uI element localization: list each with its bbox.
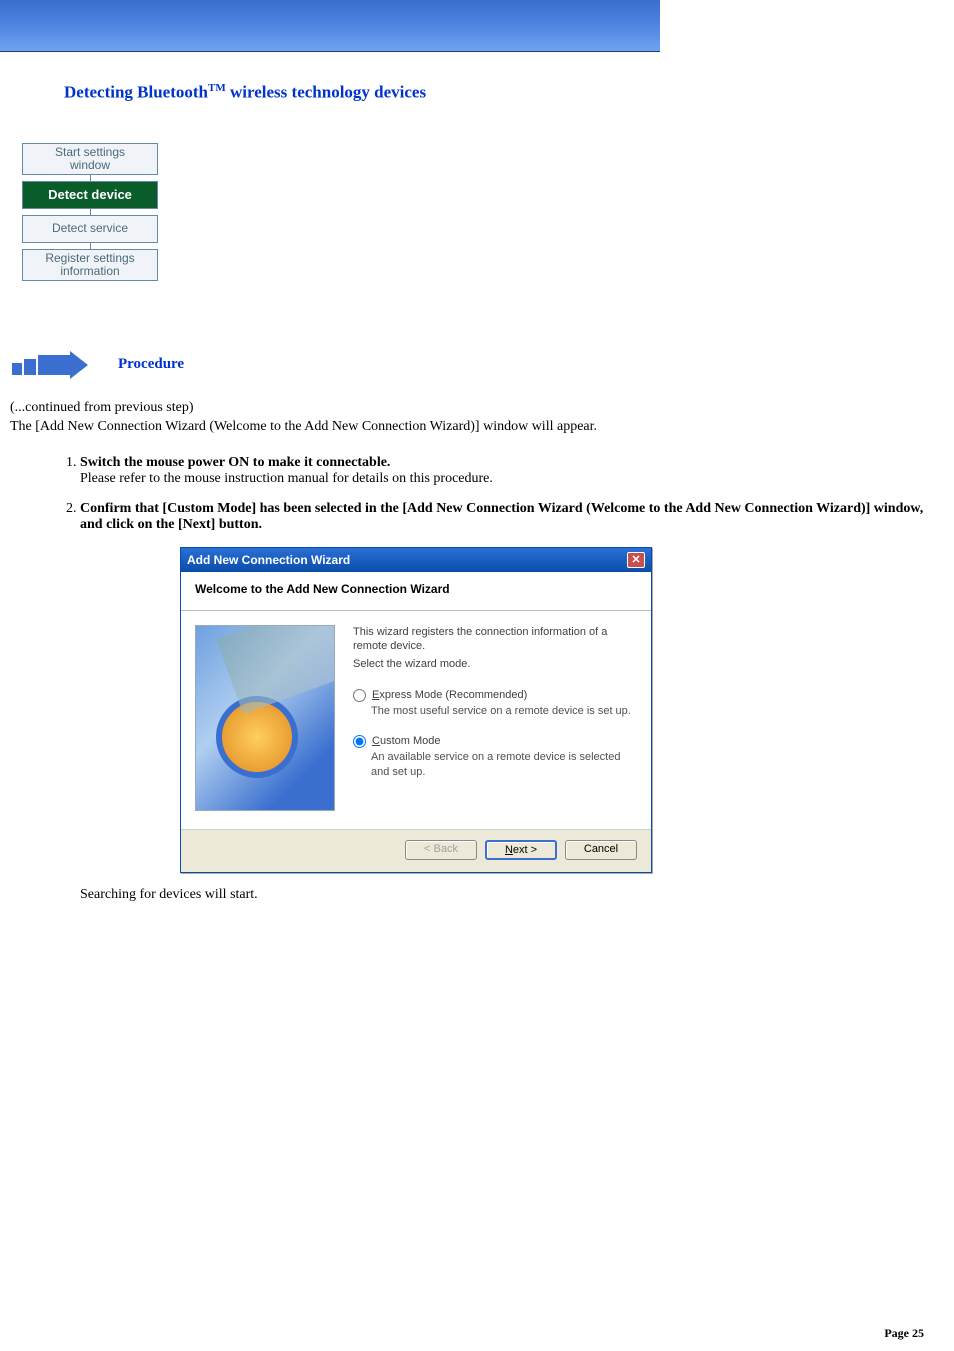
steps-list: Switch the mouse power ON to make it con… (80, 455, 954, 903)
dialog-content: This wizard registers the connection inf… (335, 625, 633, 811)
radio-custom-accel: C (372, 735, 380, 747)
radio-custom-label: ustom Mode (380, 735, 441, 747)
close-icon[interactable]: ✕ (627, 552, 645, 568)
cancel-button[interactable]: Cancel (565, 840, 637, 860)
wizard-appear-note: The [Add New Connection Wizard (Welcome … (10, 418, 944, 437)
step-2-heading: Confirm that [Custom Mode] has been sele… (80, 501, 923, 532)
step-1: Switch the mouse power ON to make it con… (80, 455, 954, 487)
continued-note: (...continued from previous step) (10, 399, 944, 418)
procedure-heading-row: Procedure (10, 351, 954, 379)
radio-custom-input[interactable] (353, 735, 366, 748)
trademark: TM (208, 82, 226, 94)
dialog-footer: < Back Next > Cancel (181, 829, 651, 872)
radio-express-mode[interactable]: Express Mode (Recommended) (353, 688, 633, 702)
title-suffix: wireless technology devices (226, 83, 426, 102)
flow-step-detect-device: Detect device (22, 181, 158, 209)
add-new-connection-wizard-dialog: Add New Connection Wizard ✕ Welcome to t… (180, 547, 652, 873)
intro-text: (...continued from previous step) The [A… (0, 399, 954, 437)
dialog-titlebar[interactable]: Add New Connection Wizard ✕ (181, 548, 651, 572)
radio-express-label: xpress Mode (Recommended) (379, 689, 527, 701)
dialog-intro-1: This wizard registers the connection inf… (353, 625, 633, 654)
radio-custom-mode[interactable]: Custom Mode (353, 734, 633, 748)
step-1-heading: Switch the mouse power ON to make it con… (80, 455, 390, 470)
header-banner (0, 0, 660, 52)
dialog-intro-2: Select the wizard mode. (353, 657, 633, 671)
step-1-body: Please refer to the mouse instruction ma… (80, 471, 493, 486)
title-prefix: Detecting Bluetooth (64, 83, 208, 102)
flow-step-detect-service: Detect service (22, 215, 158, 242)
flow-step-register-settings: Register settings information (22, 249, 158, 281)
radio-custom-desc: An available service on a remote device … (371, 750, 633, 779)
flow-step-start-settings: Start settings window (22, 143, 158, 175)
step-2: Confirm that [Custom Mode] has been sele… (80, 501, 954, 903)
radio-express-input[interactable] (353, 689, 366, 702)
dialog-body: This wizard registers the connection inf… (181, 611, 651, 829)
page-number: Page 25 (884, 1326, 924, 1341)
wizard-illustration (195, 625, 335, 811)
dialog-title: Add New Connection Wizard (187, 553, 350, 567)
searching-note: Searching for devices will start. (80, 887, 944, 903)
dialog-header: Welcome to the Add New Connection Wizard (181, 572, 651, 611)
procedure-label: Procedure (118, 356, 184, 373)
radio-express-desc: The most useful service on a remote devi… (371, 704, 633, 718)
page-title: Detecting BluetoothTM wireless technolog… (0, 52, 954, 113)
back-button: < Back (405, 840, 477, 860)
next-button[interactable]: Next > (485, 840, 557, 860)
procedure-arrow-icon (10, 351, 88, 379)
flowchart: Start settings window Detect device Dete… (22, 143, 158, 281)
next-button-rest: ext > (513, 844, 537, 856)
